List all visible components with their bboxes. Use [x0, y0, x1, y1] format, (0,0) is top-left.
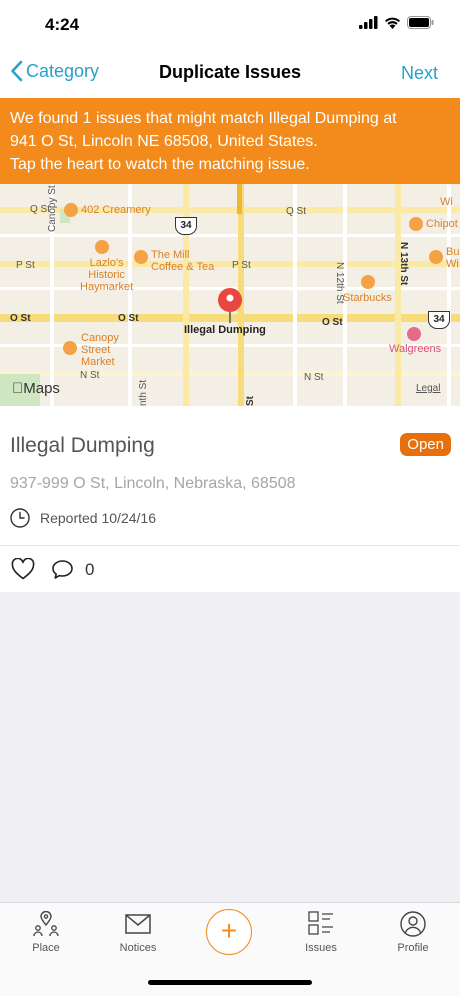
status-bar: 4:24	[0, 0, 460, 48]
battery-icon	[407, 16, 434, 29]
issues-list-icon	[308, 911, 333, 935]
clock-icon	[10, 508, 30, 528]
coffee-icon	[134, 250, 148, 264]
apple-maps-logo: Maps	[12, 380, 60, 397]
place-icon	[33, 911, 59, 937]
comment-count: 0	[85, 560, 95, 579]
poi-the-mill-line-1: The Mill	[151, 249, 190, 261]
poi-canopy-market-line-2: Street	[81, 344, 111, 356]
maps-logo-text: Maps	[12, 380, 60, 397]
street-label: N St	[304, 372, 324, 383]
back-button-label: Category	[26, 60, 100, 81]
poi-haymarket[interactable]: Lazlo's Historic Haymarket	[80, 257, 133, 293]
signal-icon	[359, 16, 378, 29]
street-label: N St	[80, 370, 100, 381]
match-banner: We found 1 issues that might match Illeg…	[0, 98, 460, 184]
poi-canopy-market-line-3: Market	[81, 356, 115, 368]
tab-place[interactable]: Place	[11, 911, 81, 954]
tab-profile[interactable]: Profile	[378, 911, 448, 954]
street-label: O St	[10, 313, 31, 324]
street-label: St	[245, 396, 256, 406]
street-label: Q St	[286, 206, 307, 217]
poi-bu-line-2: Wi	[446, 258, 459, 270]
restaurant-icon	[429, 250, 443, 264]
map-pin-label: Illegal Dumping	[184, 324, 266, 336]
add-issue-button[interactable]: +	[206, 909, 252, 955]
street-label: P St	[16, 260, 35, 271]
map-pin-icon[interactable]	[216, 287, 244, 323]
street-label: nth St	[138, 379, 149, 406]
apple-logo-icon: 	[12, 380, 23, 397]
banner-line-1: We found 1 issues that might match Illeg…	[10, 110, 397, 127]
poi-the-mill-line-2: Coffee & Tea	[151, 261, 215, 273]
tab-profile-label: Profile	[397, 942, 429, 954]
poi-the-mill[interactable]: The Mill Coffee & Tea	[151, 249, 214, 273]
poi-walgreens[interactable]: Walgreens	[389, 343, 441, 355]
navigation-bar: Category Duplicate Issues Next	[0, 48, 460, 98]
issue-detail[interactable]: Illegal Dumping Open 937-999 O St, Linco…	[0, 406, 460, 546]
map-view[interactable]: Q St Q St P St P St O St O St O St N St …	[0, 184, 460, 406]
coffee-icon	[361, 275, 375, 289]
poi-canopy-market[interactable]: Canopy Street Market	[81, 332, 119, 368]
street-label: N 13th St	[398, 242, 409, 286]
poi-haymarket-line-2: Historic	[88, 269, 125, 281]
poi-chipotle[interactable]: Chipot	[426, 218, 458, 230]
tab-notices[interactable]: Notices	[103, 911, 173, 954]
route-34-shield: 34	[428, 311, 450, 329]
issue-address: 937-999 O St, Lincoln, Nebraska, 68508	[10, 475, 296, 492]
route-34-shield: 34	[175, 217, 197, 235]
chevron-left-icon	[11, 60, 23, 82]
street-label: Canopy St	[47, 185, 58, 232]
ice-cream-icon	[64, 203, 78, 217]
status-icons	[359, 16, 434, 29]
poi-bu-line-1: Bu	[446, 246, 460, 258]
shopping-icon	[63, 341, 77, 355]
poi-bu[interactable]: Bu Wi	[446, 246, 459, 270]
street-label: O St	[322, 317, 343, 328]
empty-list-area	[0, 592, 460, 902]
home-indicator	[148, 980, 312, 985]
status-badge: Open	[400, 433, 451, 456]
restaurant-icon	[95, 240, 109, 254]
poi-haymarket-line-3: Haymarket	[80, 281, 134, 293]
poi-starbucks[interactable]: Starbucks	[343, 292, 392, 304]
status-time: 4:24	[45, 15, 80, 34]
poi-haymarket-line-1: Lazlo's	[89, 257, 124, 269]
issue-title: Illegal Dumping	[10, 434, 155, 457]
envelope-icon	[125, 914, 151, 934]
tab-issues[interactable]: Issues	[286, 911, 356, 954]
tab-place-label: Place	[32, 942, 60, 954]
poi-canopy-market-line-1: Canopy	[81, 332, 119, 344]
pharmacy-icon	[407, 327, 421, 341]
poi-creamery[interactable]: 402 Creamery	[81, 204, 151, 216]
tab-notices-label: Notices	[119, 942, 157, 954]
banner-line-2: 941 O St, Lincoln NE 68508, United State…	[10, 133, 318, 150]
street-label: O St	[118, 313, 139, 324]
heart-icon[interactable]	[11, 558, 35, 580]
tab-issues-label: Issues	[305, 942, 337, 954]
next-button[interactable]: Next	[401, 63, 438, 84]
profile-icon	[400, 911, 426, 937]
reported-date: Reported 10/24/16	[40, 510, 156, 526]
comment-icon[interactable]	[51, 559, 74, 580]
wifi-icon	[385, 17, 400, 29]
restaurant-icon	[409, 217, 423, 231]
issue-actions: 0	[0, 546, 460, 592]
reported-date-row: Reported 10/24/16	[10, 508, 156, 528]
legal-link[interactable]: Legal	[416, 383, 440, 394]
back-button[interactable]: Category	[10, 60, 99, 82]
street-label: P St	[232, 260, 251, 271]
banner-line-3: Tap the heart to watch the matching issu…	[10, 156, 310, 173]
poi-wi: Wi	[440, 196, 453, 208]
